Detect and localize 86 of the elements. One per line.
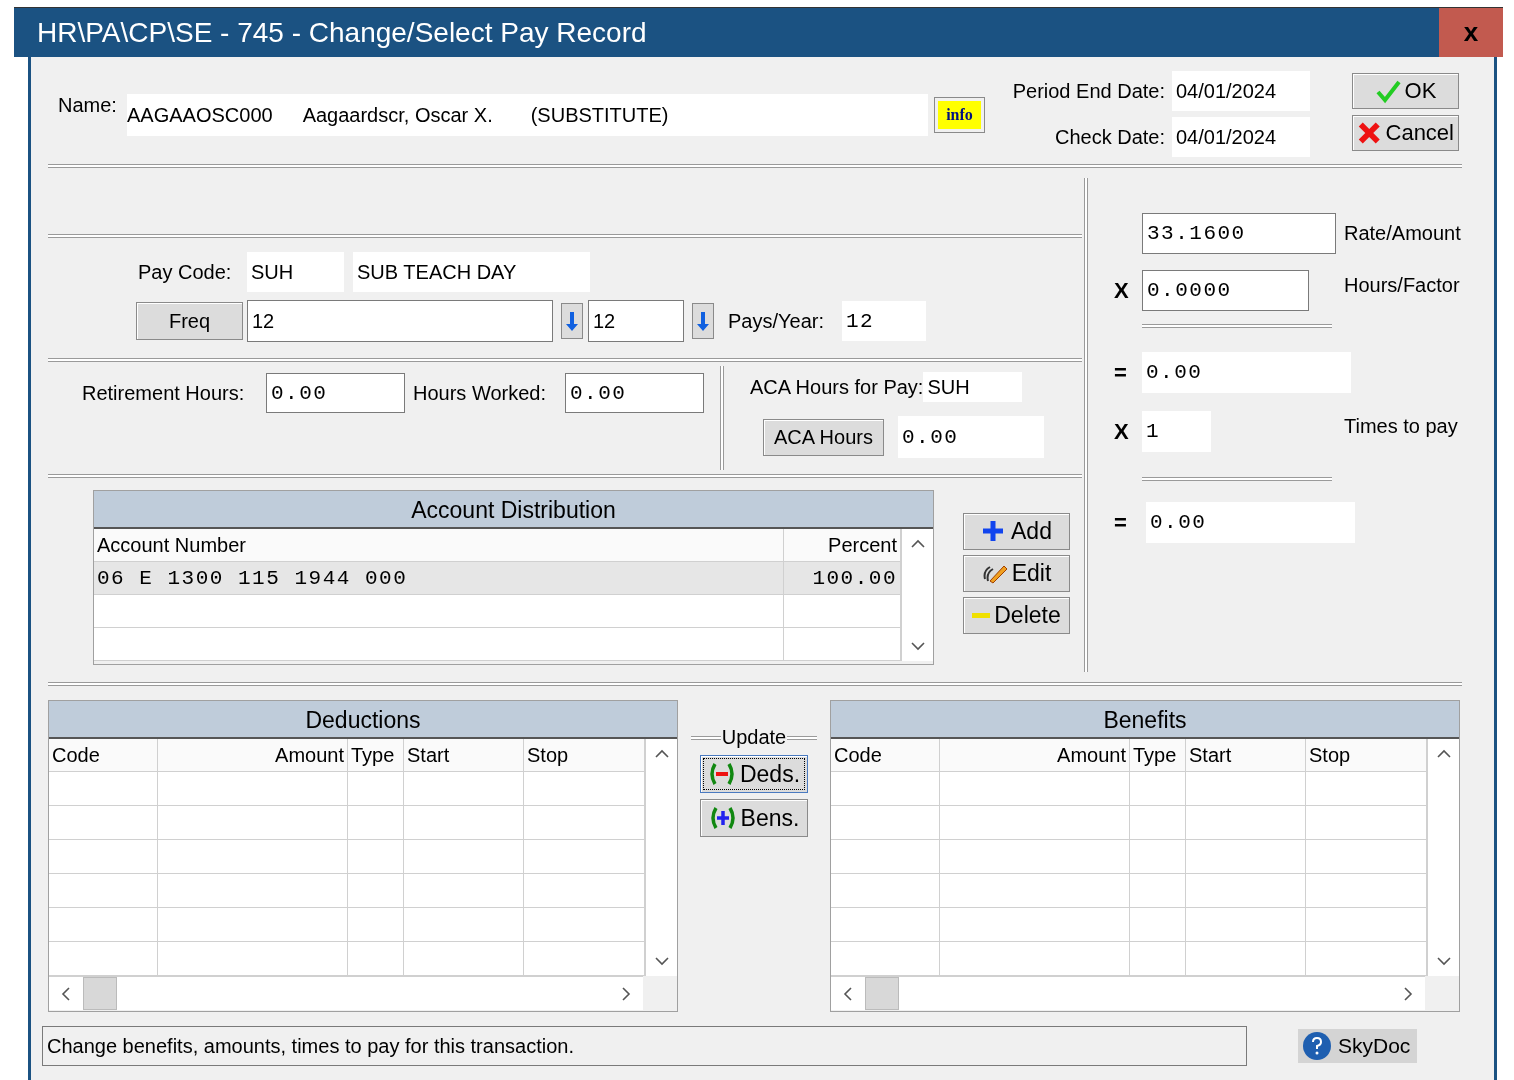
- date-label: Period End Date:: [1011, 79, 1165, 103]
- grid-title: Account Distribution: [94, 491, 933, 529]
- check-icon: [1374, 78, 1401, 104]
- grid-title: Deductions: [49, 701, 677, 739]
- scroll-left-icon: [841, 985, 855, 1002]
- operator: X: [1113, 418, 1130, 445]
- horizontal-scrollbar[interactable]: [831, 976, 1425, 1010]
- vertical-scrollbar[interactable]: [901, 529, 933, 661]
- scroll-left-icon: [59, 985, 73, 1002]
- column-header[interactable]: Type: [1130, 739, 1186, 771]
- hours-field[interactable]: 0.00: [565, 373, 704, 413]
- column-header[interactable]: Type: [348, 739, 404, 771]
- close-button[interactable]: x: [1439, 8, 1503, 57]
- grid-title: Benefits: [831, 701, 1459, 739]
- scroll-thumb[interactable]: [83, 977, 117, 1010]
- help-button[interactable]: SkyDoc: [1298, 1029, 1417, 1063]
- vertical-scrollbar[interactable]: [645, 739, 677, 976]
- field-label: Pays/Year:: [728, 309, 825, 333]
- dropdown-button[interactable]: [692, 303, 714, 339]
- amount-field[interactable]: 0.00: [1146, 502, 1355, 543]
- operator: =: [1113, 359, 1128, 386]
- horizontal-scrollbar[interactable]: [49, 976, 643, 1010]
- operator: X: [1113, 278, 1130, 304]
- column-header[interactable]: Code: [831, 739, 940, 771]
- grid-button[interactable]: Add: [963, 513, 1070, 550]
- scroll-right-icon: [1401, 985, 1415, 1002]
- field-label: Pay Code:: [138, 260, 233, 284]
- freq-button[interactable]: Freq: [136, 302, 243, 340]
- window-title: HR\PA\CP\SE - 745 - Change/Select Pay Record: [37, 16, 647, 49]
- cross-icon: [1357, 120, 1382, 146]
- aca-hours-button[interactable]: ACA Hours: [763, 418, 884, 456]
- amount-field[interactable]: 33.1600: [1142, 213, 1336, 254]
- operator: =: [1113, 509, 1128, 536]
- aca-code-field[interactable]: SUH: [923, 372, 1023, 402]
- scroll-down-icon: [1435, 954, 1452, 968]
- update-button[interactable]: Bens.: [700, 799, 808, 837]
- frequency-field[interactable]: 12: [247, 300, 553, 342]
- frequency-field[interactable]: 12: [588, 300, 684, 342]
- minus-icon: [972, 613, 991, 618]
- aca-hours-field[interactable]: 0.00: [898, 416, 1044, 458]
- field-label: ACA Hours for Pay:: [750, 375, 924, 399]
- scroll-down-icon: [653, 954, 670, 968]
- update-button[interactable]: Deds.: [700, 755, 808, 793]
- amount-field[interactable]: 0.00: [1142, 352, 1351, 393]
- field-label: Rate/Amount: [1344, 222, 1461, 245]
- name-text: Aagaardscr, Oscar X.: [302, 103, 493, 127]
- amount-field[interactable]: 1: [1142, 411, 1211, 452]
- dialog-button[interactable]: OK: [1352, 73, 1459, 109]
- pay-code-field[interactable]: SUH: [247, 252, 344, 292]
- amount-field[interactable]: 0.0000: [1142, 270, 1309, 311]
- help-icon: [1302, 1031, 1332, 1061]
- column-header[interactable]: Amount: [940, 739, 1130, 771]
- name-text: AAGAAOSC000: [127, 103, 273, 127]
- group-label: Update: [720, 726, 788, 749]
- scroll-thumb[interactable]: [865, 977, 899, 1010]
- hours-field[interactable]: 0.00: [266, 373, 405, 413]
- field-label: Hours/Factor: [1344, 274, 1460, 297]
- table-cell: 06 E 1300 115 1944 000: [94, 562, 784, 594]
- grid-button[interactable]: Edit: [963, 555, 1070, 592]
- info-button[interactable]: info: [934, 97, 985, 133]
- column-header[interactable]: Amount: [158, 739, 348, 771]
- date-label: Check Date:: [1053, 125, 1165, 149]
- field-label: Hours Worked:: [413, 381, 547, 405]
- vertical-scrollbar[interactable]: [1427, 739, 1459, 976]
- dialog-button[interactable]: Cancel: [1352, 115, 1459, 151]
- name-text: (SUBSTITUTE): [530, 103, 669, 127]
- scroll-down-icon: [909, 639, 926, 653]
- date-field[interactable]: 04/01/2024: [1172, 71, 1310, 111]
- description-field[interactable]: SUB TEACH DAY: [353, 252, 590, 292]
- date-field[interactable]: 04/01/2024: [1172, 117, 1310, 157]
- name-field[interactable]: AAGAAOSC000 Aagaardscr, Oscar X. (SUBSTITUTE): [127, 94, 928, 136]
- column-header[interactable]: Account Number: [94, 529, 784, 561]
- name-label: Name:: [58, 94, 118, 117]
- minus-icon: [707, 761, 736, 787]
- plus-icon: [708, 805, 737, 831]
- status-bar: Change benefits, amounts, times to pay for this transaction.: [42, 1026, 1247, 1066]
- pays-per-year-field[interactable]: 12: [842, 301, 926, 341]
- dropdown-button[interactable]: [561, 303, 583, 339]
- column-header[interactable]: Start: [1186, 739, 1306, 771]
- grid-button[interactable]: Delete: [963, 597, 1070, 634]
- table-row[interactable]: 06 E 1300 115 1944 000 100.00: [94, 562, 901, 595]
- scroll-right-icon: [619, 985, 633, 1002]
- field-label: Retirement Hours:: [82, 381, 246, 405]
- column-header[interactable]: Code: [49, 739, 158, 771]
- column-header[interactable]: Start: [404, 739, 524, 771]
- field-label: Times to pay: [1344, 415, 1458, 438]
